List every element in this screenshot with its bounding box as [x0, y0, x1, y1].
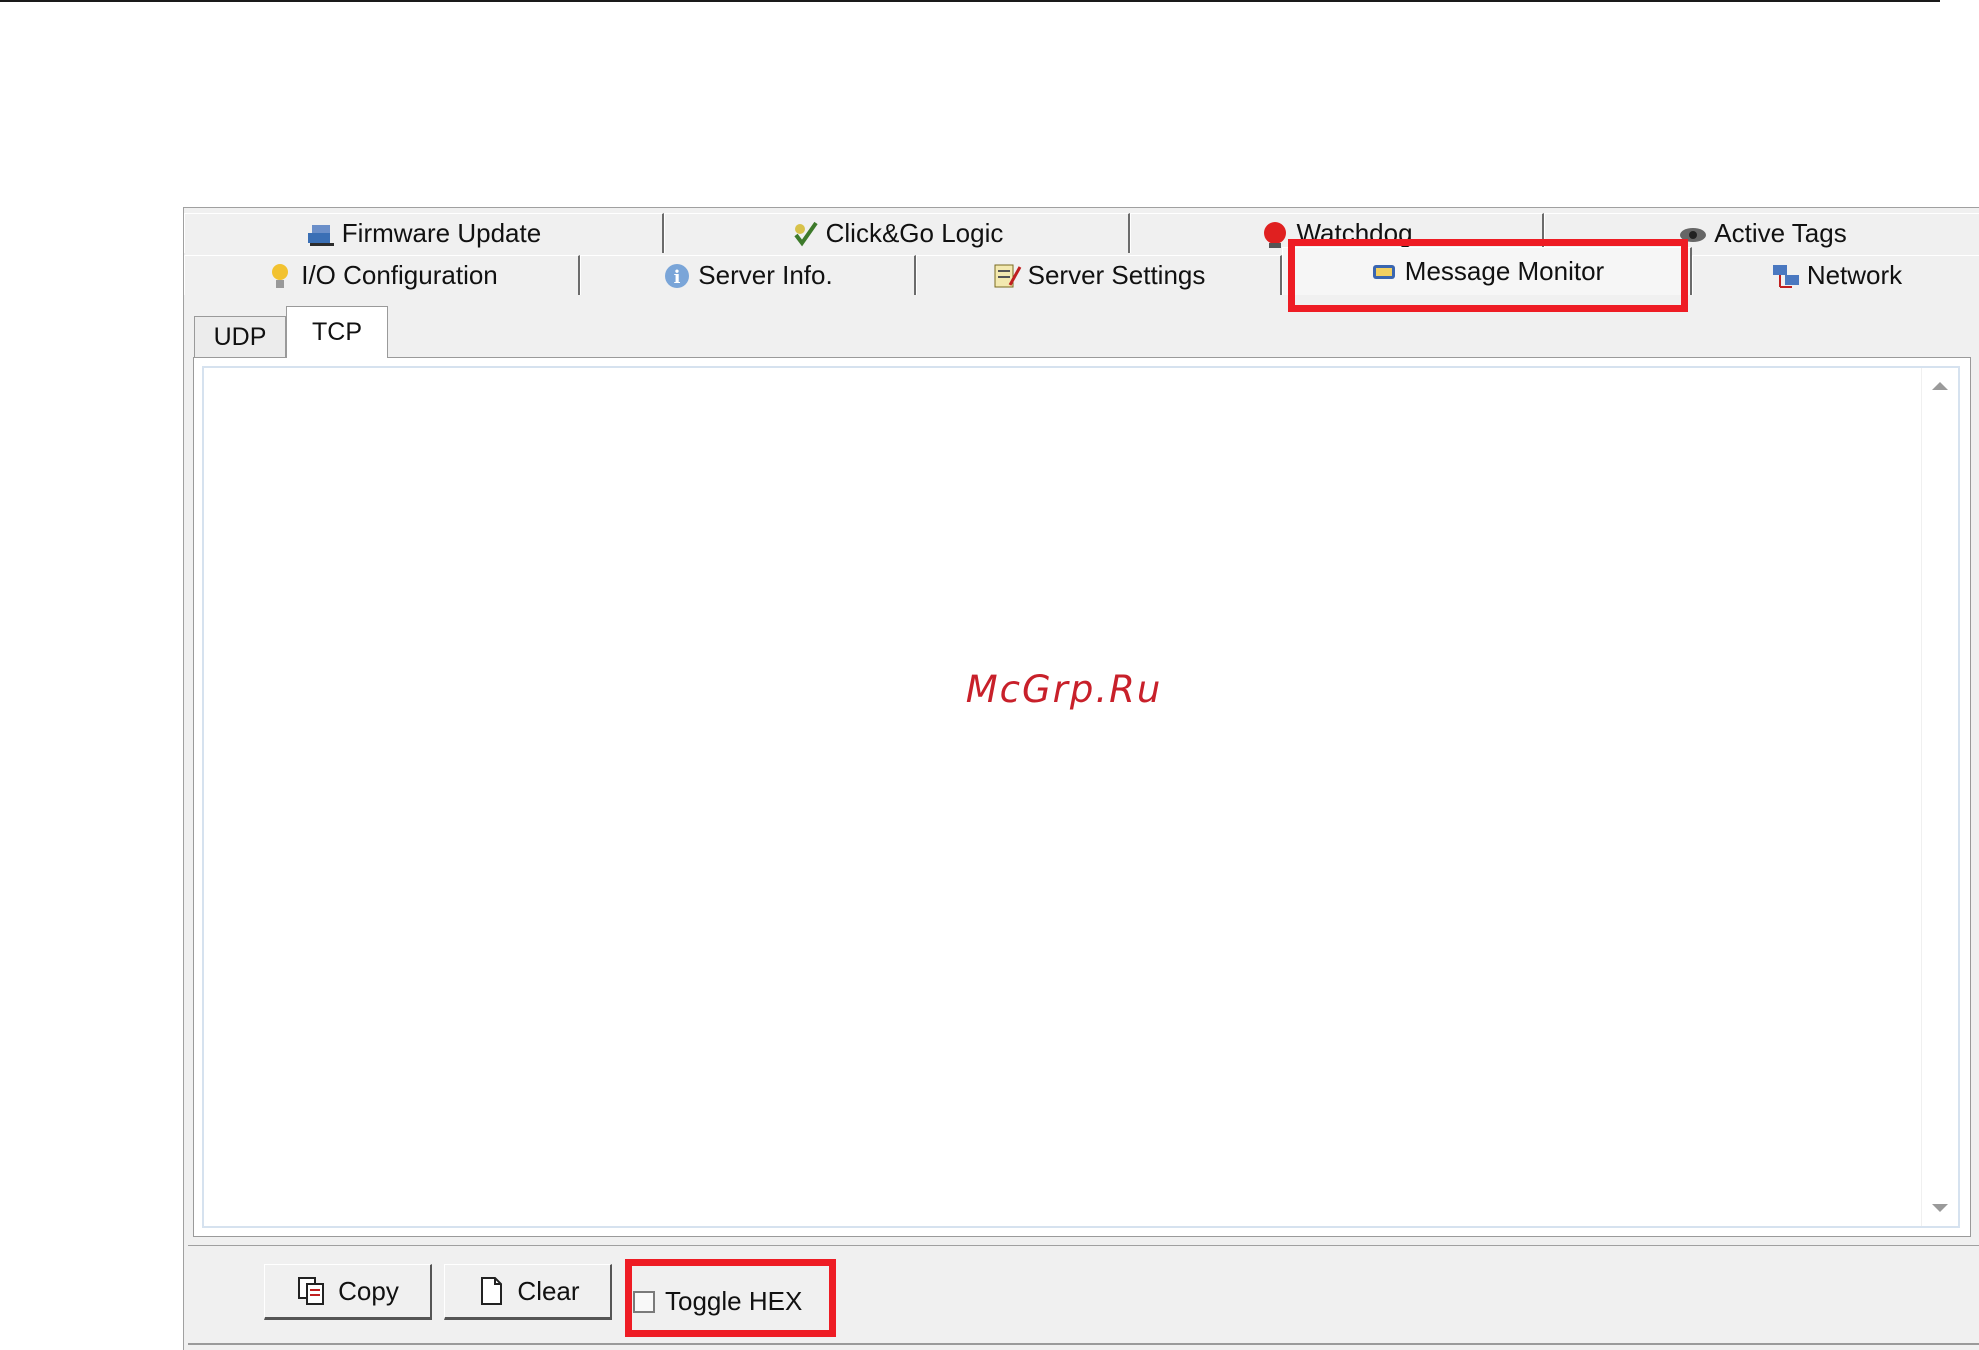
active-tags-icon	[1678, 219, 1708, 249]
firmware-update-icon	[306, 219, 336, 249]
tab-row-back: Firmware Update Click&Go Logic Watchdog …	[184, 213, 1979, 255]
subtab-tcp[interactable]: TCP	[286, 306, 388, 358]
server-settings-icon	[992, 261, 1022, 291]
tab-row-front: I/O Configuration i Server Info. Server …	[184, 247, 1979, 297]
tab-label: Server Info.	[698, 260, 833, 290]
message-log-textarea[interactable]: McGrp.Ru	[202, 366, 1960, 1228]
tab-label: Click&Go Logic	[825, 218, 1004, 248]
toggle-hex-label: Toggle HEX	[665, 1286, 803, 1316]
clear-button[interactable]: Clear	[444, 1264, 612, 1320]
vertical-scrollbar[interactable]	[1921, 368, 1958, 1226]
tab-label: Network	[1806, 260, 1903, 290]
tab-network[interactable]: Network	[1692, 255, 1979, 295]
tab-io-configuration[interactable]: I/O Configuration	[184, 255, 580, 295]
tab-label: Firmware Update	[341, 218, 542, 248]
bottom-action-bar: Copy Clear Toggle HEX	[188, 1245, 1979, 1345]
network-icon	[1771, 261, 1801, 291]
configuration-panel: Firmware Update Click&Go Logic Watchdog …	[183, 207, 1979, 1350]
copy-icon	[296, 1275, 328, 1307]
clear-button-label: Clear	[517, 1275, 580, 1306]
message-content-frame: McGrp.Ru	[193, 357, 1971, 1237]
clear-document-icon	[475, 1275, 507, 1307]
subtab-label: TCP	[312, 318, 362, 346]
tab-server-info[interactable]: i Server Info.	[580, 255, 916, 295]
info-icon: i	[662, 261, 692, 291]
subtab-udp[interactable]: UDP	[194, 316, 286, 358]
scroll-up-arrow-icon[interactable]	[1932, 382, 1948, 390]
copy-button[interactable]: Copy	[264, 1264, 432, 1320]
subtab-label: UDP	[213, 323, 267, 351]
message-monitor-icon	[1369, 257, 1399, 287]
watermark-text: McGrp.Ru	[965, 668, 1163, 711]
scroll-down-arrow-icon[interactable]	[1932, 1204, 1948, 1212]
tab-label: Active Tags	[1714, 218, 1847, 248]
watchdog-icon	[1260, 219, 1290, 249]
tab-label: Watchdog	[1296, 218, 1413, 248]
copy-button-label: Copy	[338, 1275, 399, 1306]
tab-label: Server Settings	[1027, 260, 1206, 290]
tab-label: Message Monitor	[1404, 256, 1605, 286]
toggle-hex-checkbox[interactable]	[633, 1290, 655, 1313]
tab-label: I/O Configuration	[301, 260, 498, 290]
bulb-icon	[265, 261, 295, 291]
tab-message-monitor[interactable]: Message Monitor	[1282, 247, 1692, 295]
tab-server-settings[interactable]: Server Settings	[916, 255, 1282, 295]
svg-text:i: i	[674, 267, 681, 288]
tab-firmware-update[interactable]: Firmware Update	[184, 213, 664, 253]
top-rule	[0, 0, 1940, 2]
click-go-logic-icon	[790, 219, 820, 249]
toggle-hex-control[interactable]: Toggle HEX	[633, 1286, 802, 1317]
tab-click-go-logic[interactable]: Click&Go Logic	[664, 213, 1130, 253]
